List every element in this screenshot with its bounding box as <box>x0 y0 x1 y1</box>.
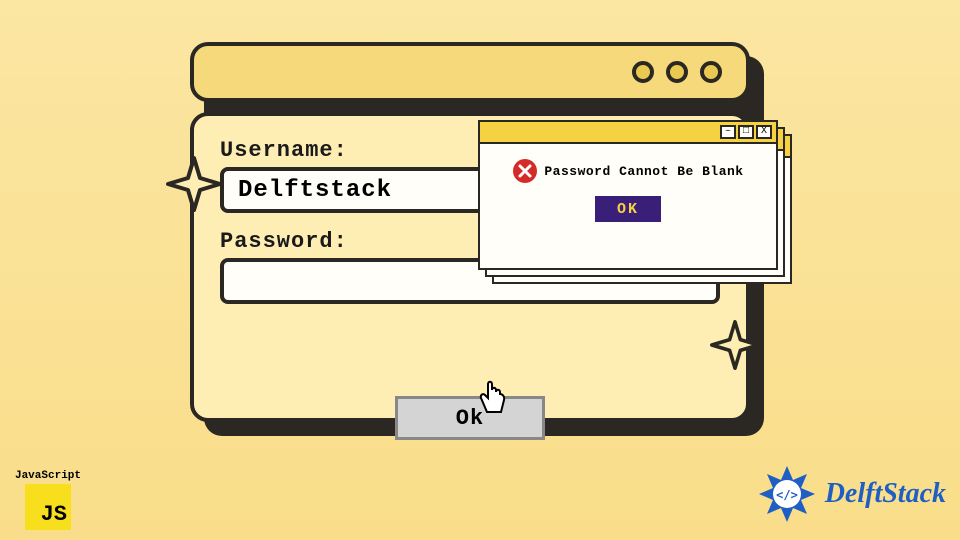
error-x-icon <box>512 158 538 184</box>
error-message: Password Cannot Be Blank <box>544 164 743 179</box>
popup-ok-button[interactable]: OK <box>595 196 661 222</box>
titlebar-dot-icon[interactable] <box>700 61 722 83</box>
error-popup: – □ X Password Cannot Be Blank OK <box>478 120 778 270</box>
titlebar-dot-icon[interactable] <box>632 61 654 83</box>
delftstack-logo-icon: </> <box>755 462 819 526</box>
cursor-hand-icon <box>476 380 510 418</box>
titlebar-dot-icon[interactable] <box>666 61 688 83</box>
sparkle-icon <box>166 156 222 212</box>
close-icon[interactable]: X <box>756 125 772 139</box>
javascript-badge: JavaScript JS <box>10 470 86 530</box>
javascript-label: JavaScript <box>10 470 86 482</box>
maximize-icon[interactable]: □ <box>738 125 754 139</box>
svg-text:</>: </> <box>776 488 798 502</box>
delftstack-brand: </> DelftStack <box>755 462 946 526</box>
popup-content: Password Cannot Be Blank OK <box>480 144 776 236</box>
delftstack-text: DelftStack <box>825 478 946 510</box>
popup-titlebar: – □ X <box>480 122 776 144</box>
sparkle-icon <box>710 320 760 370</box>
javascript-logo-icon: JS <box>25 484 71 530</box>
submit-ok-button[interactable]: Ok <box>395 396 545 440</box>
minimize-icon[interactable]: – <box>720 125 736 139</box>
window-titlebar <box>190 42 750 102</box>
